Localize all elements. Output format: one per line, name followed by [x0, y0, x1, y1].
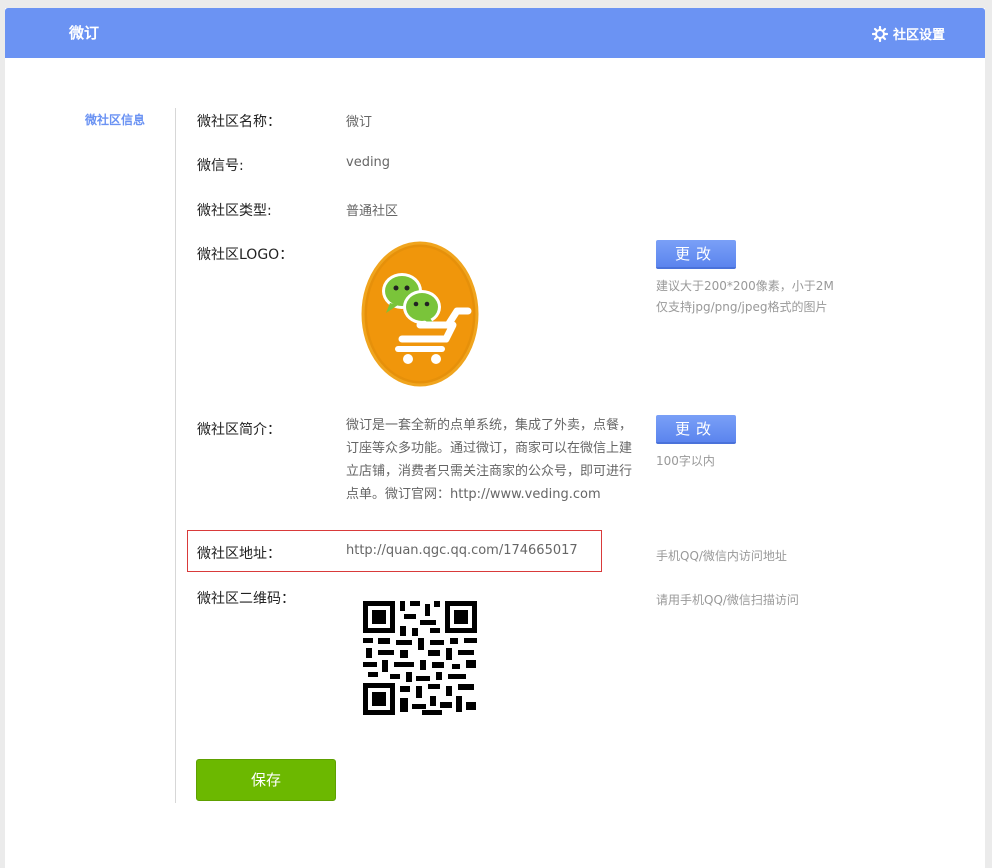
intro-text: 微订是一套全新的点单系统，集成了外卖，点餐，订座等众多功能。通过微订，商家可以在…: [346, 418, 633, 502]
qr-hint: 请用手机QQ/微信扫描访问: [656, 593, 799, 607]
qr-label: 微社区二维码：: [197, 591, 295, 607]
logo-hint-format: 仅支持jpg/png/jpeg格式的图片: [656, 300, 828, 314]
wechat-label: 微信号:: [197, 158, 244, 174]
address-label: 微社区地址：: [197, 546, 281, 562]
address-value: http://quan.qgc.qq.com/174665017: [346, 543, 578, 558]
type-label: 微社区类型:: [197, 203, 272, 219]
intro-hint: 100字以内: [656, 454, 715, 468]
app-title: 微订: [69, 24, 100, 42]
community-settings-button[interactable]: 社区设置: [871, 24, 945, 43]
community-logo: [360, 241, 480, 391]
qr-code: [360, 598, 480, 722]
wechat-value: veding: [346, 155, 391, 170]
logo-label: 微社区LOGO：: [197, 247, 294, 263]
sidebar-item-community-info[interactable]: 微社区信息: [85, 111, 145, 128]
logo-change-button[interactable]: 更改: [656, 240, 736, 269]
type-value: 普通社区: [346, 204, 399, 219]
name-value: 微订: [346, 115, 373, 130]
settings-label: 社区设置: [892, 28, 945, 43]
address-hint: 手机QQ/微信内访问地址: [656, 549, 787, 563]
save-button[interactable]: 保存: [196, 759, 336, 801]
divider: [175, 108, 176, 803]
intro-label: 微社区简介：: [197, 422, 281, 438]
logo-hint-size: 建议大于200*200像素，小于2M: [656, 279, 834, 293]
top-bar: 微订 社区设置: [5, 8, 985, 58]
intro-change-button[interactable]: 更改: [656, 415, 736, 444]
gear-icon: [871, 25, 888, 42]
name-label: 微社区名称：: [197, 114, 281, 130]
main-panel: 微订 社区设置 微社区信息 微社区名称： 微订 微信号: veding 微社区类…: [5, 8, 985, 868]
